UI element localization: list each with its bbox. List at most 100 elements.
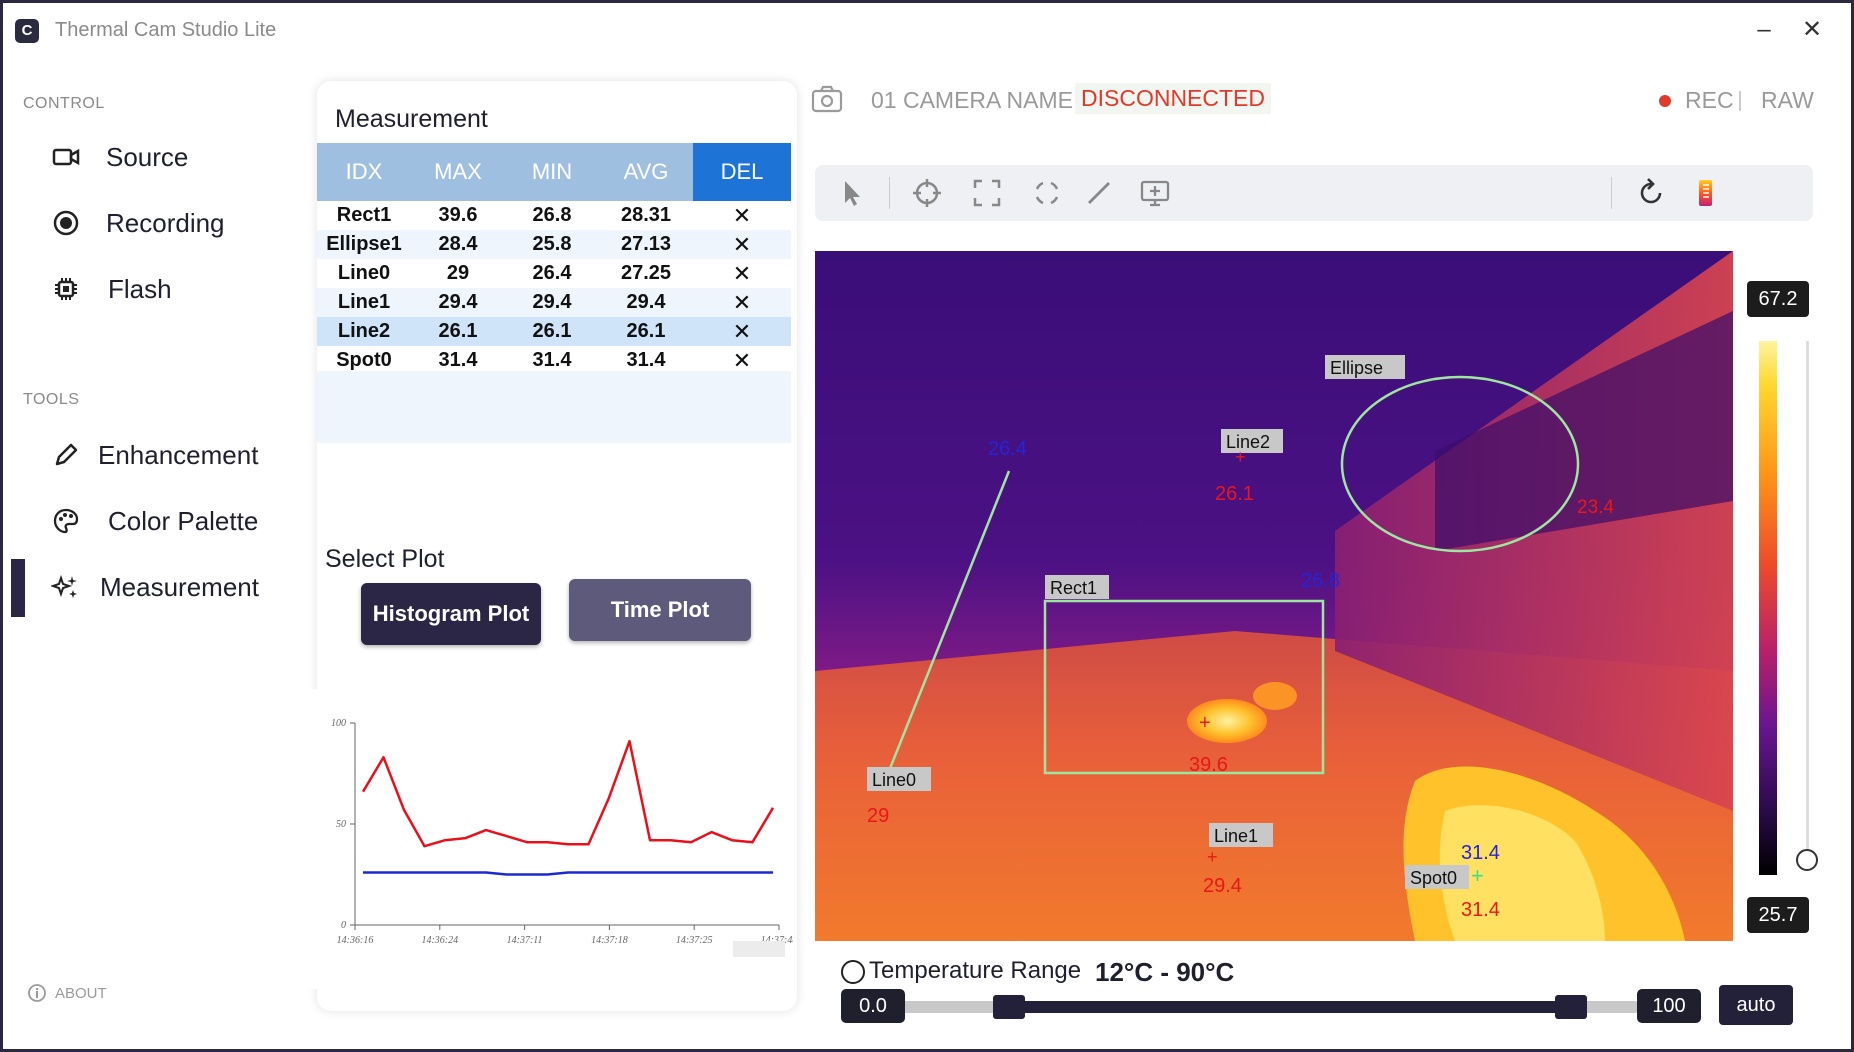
cursor-icon[interactable] [837,177,869,209]
y-tick-label: 50 [336,819,346,830]
scale-slider-handle[interactable] [1796,849,1818,871]
rect1-cross-icon: + [1199,712,1211,734]
crosshair-icon[interactable] [911,177,943,209]
table-row-selected[interactable]: Line2 26.1 26.1 26.1 ✕ [317,317,791,346]
cell-min: 26.1 [505,317,599,346]
time-plot-button[interactable]: Time Plot [569,579,751,641]
y-tick-label: 0 [341,920,346,931]
panel-title: Measurement [335,105,488,133]
sidebar-item-recording[interactable]: Recording [3,195,303,251]
chart-svg: 0 50 100 14:36:16 14:36:24 14:37:11 14:37:18 14… [331,718,797,957]
temperature-range-label: Temperature Range [869,957,1082,984]
sidebar-item-enhancement[interactable]: Enhancement [3,427,303,483]
cell-min: 26.4 [532,262,572,284]
line0-min-value: 26.4 [988,438,1027,460]
cell-idx: Line0 [337,262,391,284]
palette-bar-icon[interactable] [1689,177,1721,209]
minimize-button[interactable]: – [1747,13,1781,47]
rect1-min-value: 26.8 [1301,570,1340,592]
line2-value: 26.1 [1215,483,1254,505]
sparkle-icon [51,574,77,598]
refresh-icon[interactable] [1635,177,1667,209]
close-button[interactable]: ✕ [1795,13,1829,47]
delete-button[interactable]: ✕ [693,259,791,288]
sidebar-item-label: Source [106,142,189,172]
sidebar-item-source[interactable]: Source [3,129,303,185]
thermal-canvas: Ellipse 23.4 Line2 + 26.1 26.4 Line0 29 … [815,251,1733,941]
table-row[interactable]: Line0 29 26.4 27.25 ✕ [317,259,791,288]
cell-avg: 28.31 [620,204,672,226]
ellipse-select-icon[interactable] [1031,177,1063,209]
column-header: AVG [599,143,693,201]
tools-section-label: TOOLS [23,391,80,408]
cell-min: 29.4 [505,288,599,317]
cell-max: 26.1 [411,317,505,346]
spot0-cross-icon: + [1471,863,1484,888]
temperature-range-radio[interactable] [841,960,865,984]
table-row[interactable]: Ellipse1 28.4 25.8 27.13 ✕ [317,230,791,259]
line2-cross-icon: + [1235,447,1246,467]
measurement-table: IDX MAX MIN AVG DEL Rect1 39.6 26.8 28.3… [317,143,791,375]
chart-scroll-indicator [733,941,785,957]
line-icon[interactable] [1083,177,1115,209]
range-slider-max-thumb[interactable] [1555,995,1587,1019]
x-tick-label: 14:37:18 [591,935,628,946]
color-scale-bar [1759,341,1777,875]
line1-cross-icon: + [1207,847,1218,867]
scale-min-value: 25.7 [1747,897,1809,933]
app-window: C Thermal Cam Studio Lite – ✕ CONTROL So… [0,0,1854,1052]
camera-name: 01 CAMERA NAME [871,87,1073,113]
cell-avg: 27.25 [620,262,672,284]
sidebar: CONTROL Source Recording Flash TOOLS Enh… [3,57,303,1047]
about-label: ABOUT [55,984,107,1002]
range-slider-min-thumb[interactable] [993,995,1025,1019]
thermal-image[interactable]: Ellipse 23.4 Line2 + 26.1 26.4 Line0 29 … [815,251,1733,941]
add-screen-icon[interactable] [1139,177,1171,209]
range-min-input[interactable]: 0.0 [841,989,905,1023]
table-header: IDX MAX MIN AVG DEL [317,143,791,201]
histogram-plot-button[interactable]: Histogram Plot [361,583,541,645]
palette-icon [53,508,79,534]
sidebar-item-label: Flash [108,274,172,304]
cell-avg: 27.13 [599,230,693,259]
x-tick-label: 14:36:24 [421,935,458,946]
rec-button[interactable]: REC [1685,87,1734,114]
column-header: MIN [505,143,599,201]
rect-select-icon[interactable] [971,177,1003,209]
cell-max: 29 [446,262,470,284]
line2-label: Line2 [1226,432,1270,452]
cell-idx: Rect1 [336,204,392,226]
rec-indicator-icon [1659,95,1671,107]
connection-status: DISCONNECTED [1075,83,1272,114]
cell-idx: Line2 [317,317,411,346]
column-header: IDX [317,143,411,201]
series-line-1 [363,871,773,876]
sidebar-item-flash[interactable]: Flash [3,261,303,317]
delete-button[interactable]: ✕ [693,288,791,317]
range-max-input[interactable]: 100 [1637,989,1701,1023]
x-tick-label: 14:37:25 [676,935,713,946]
ellipse-value: 23.4 [1577,497,1614,518]
delete-button[interactable]: ✕ [693,230,791,259]
sidebar-item-label: Recording [106,208,225,238]
app-icon: C [15,19,39,43]
sidebar-item-measurement[interactable]: Measurement [3,559,303,615]
temperature-range-value: 12°C - 90°C [1095,957,1235,987]
table-row[interactable]: Rect1 39.6 26.8 28.31 ✕ [317,201,791,230]
auto-button[interactable]: auto [1719,985,1793,1025]
delete-button[interactable]: ✕ [693,317,791,346]
raw-button[interactable]: RAW [1761,87,1814,114]
time-plot-chart: 0 50 100 14:36:16 14:36:24 14:37:11 14:37:18 14… [309,689,797,989]
line1-value: 29.4 [1203,875,1242,897]
about-link[interactable]: ABOUT [27,983,107,1003]
title-bar: C Thermal Cam Studio Lite – ✕ [3,3,1851,57]
sidebar-item-color-palette[interactable]: Color Palette [3,493,303,549]
cell-min: 25.8 [505,230,599,259]
app-title: Thermal Cam Studio Lite [55,19,277,41]
camera-snapshot-icon[interactable] [811,85,843,113]
delete-button[interactable]: ✕ [693,201,791,230]
table-row[interactable]: Line1 29.4 29.4 29.4 ✕ [317,288,791,317]
line0-max-value: 29 [867,805,889,827]
cell-idx: Line1 [317,288,411,317]
scale-slider-track[interactable] [1806,341,1809,861]
